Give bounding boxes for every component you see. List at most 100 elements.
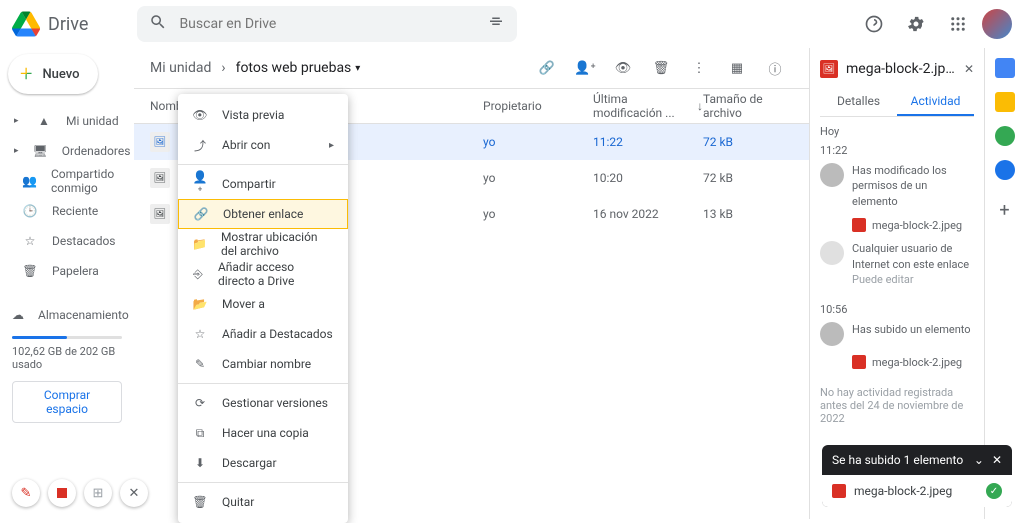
ctx-show-location[interactable]: 📁Mostrar ubicación del archivo [178, 229, 348, 259]
toast-file: mega-block-2.jpeg [854, 484, 952, 498]
activity-text: Has modificado los permisos de un elemen… [852, 163, 974, 209]
header: Drive [0, 0, 1024, 48]
eye-icon: 👁 [192, 108, 208, 122]
nav-recent[interactable]: 🕒Reciente [8, 196, 126, 226]
file-thumb: 🖼 [150, 168, 170, 188]
ctx-preview[interactable]: 👁Vista previa [178, 100, 348, 130]
folder-icon: 📁 [192, 237, 207, 251]
ctx-move-to[interactable]: 📂Mover a [178, 289, 348, 319]
contacts-addon-icon[interactable] [995, 160, 1015, 180]
close-icon[interactable]: ✕ [992, 453, 1002, 467]
ctx-get-link[interactable]: 🔗Obtener enlace [178, 199, 348, 229]
add-addon-icon[interactable]: + [999, 200, 1009, 221]
tab-details[interactable]: Detalles [820, 88, 897, 116]
activity-day: Hoy [820, 125, 974, 138]
nav-my-drive[interactable]: ▸▲Mi unidad [8, 106, 126, 136]
ctx-manage-versions[interactable]: ⟳Gestionar versiones [178, 388, 348, 418]
drive-logo[interactable]: Drive [12, 10, 88, 38]
settings-icon[interactable] [898, 6, 934, 42]
grid-view-icon[interactable]: ▦ [719, 50, 755, 86]
nav-shared[interactable]: 👥Compartido conmigo [8, 166, 126, 196]
file-thumb: 🖼 [150, 204, 170, 224]
ctx-rename[interactable]: ✎Cambiar nombre [178, 349, 348, 379]
nav-storage[interactable]: ☁Almacenamiento [12, 300, 122, 330]
breadcrumb-root[interactable]: Mi unidad [150, 60, 211, 76]
file-owner: yo [483, 171, 593, 185]
drive-logo-icon [12, 10, 40, 38]
check-icon: ✓ [986, 483, 1002, 499]
activity-item: Has modificado los permisos de un elemen… [820, 157, 974, 215]
nav-computers[interactable]: ▸🖥Ordenadores [8, 136, 126, 166]
recording-controls: ✎ ⊞ ✕ [12, 479, 148, 507]
link-icon: 🔗 [193, 207, 209, 221]
file-owner: yo [483, 135, 593, 149]
search-input[interactable] [179, 16, 487, 32]
move-icon: 📂 [192, 297, 208, 311]
col-modified[interactable]: Última modificación ...↓ [593, 92, 703, 120]
rec-grid-icon[interactable]: ⊞ [84, 479, 112, 507]
ctx-share[interactable]: 👤⁺Compartir [178, 169, 348, 199]
more-icon[interactable]: ⋮ [681, 50, 717, 86]
ctx-remove[interactable]: 🗑Quitar [178, 487, 348, 517]
activity-file[interactable]: mega-block-2.jpeg [852, 352, 974, 372]
search-icon [149, 13, 167, 35]
keep-addon-icon[interactable] [995, 92, 1015, 112]
close-icon[interactable]: ✕ [964, 62, 974, 76]
globe-icon [820, 241, 844, 265]
details-title: mega-block-2.jpeg [846, 61, 956, 77]
search-options-icon[interactable] [487, 13, 505, 35]
nav-starred[interactable]: ☆Destacados [8, 226, 126, 256]
trash-icon: 🗑 [22, 264, 38, 278]
app-name: Drive [48, 14, 88, 35]
image-icon [852, 355, 866, 369]
nav-trash[interactable]: 🗑Papelera [8, 256, 126, 286]
new-button-label: Nuevo [42, 67, 79, 82]
upload-toast: Se ha subido 1 elemento ⌄✕ mega-block-2.… [822, 445, 1012, 507]
calendar-addon-icon[interactable] [995, 58, 1015, 78]
file-modified: 16 nov 2022 [593, 207, 703, 221]
breadcrumb-current[interactable]: fotos web pruebas ▾ [236, 60, 361, 76]
preview-icon[interactable]: 👁 [605, 50, 641, 86]
col-owner[interactable]: Propietario [483, 99, 593, 113]
file-modified: 11:22 [593, 135, 703, 149]
sidebar: + Nuevo ▸▲Mi unidad ▸🖥Ordenadores 👥Compa… [0, 48, 134, 519]
ctx-download[interactable]: ⬇Descargar [178, 448, 348, 478]
activity-file[interactable]: mega-block-2.jpeg [852, 215, 974, 235]
link-icon[interactable]: 🔗 [529, 50, 565, 86]
share-icon[interactable]: 👤⁺ [567, 50, 603, 86]
col-size[interactable]: Tamaño de archivo [703, 92, 793, 120]
download-icon: ⬇ [192, 456, 208, 470]
new-button[interactable]: + Nuevo [8, 54, 98, 94]
ctx-make-copy[interactable]: ⧉Hacer una copia [178, 418, 348, 448]
open-icon: ⤴ [192, 137, 208, 154]
chevron-down-icon: ▾ [355, 63, 360, 74]
plus-icon: + [20, 62, 32, 87]
tab-activity[interactable]: Actividad [897, 88, 974, 116]
file-size: 72 kB [703, 171, 793, 185]
pencil-icon: ✎ [192, 357, 208, 371]
file-size: 13 kB [703, 207, 793, 221]
rec-close-icon[interactable]: ✕ [120, 479, 148, 507]
computer-icon: 🖥 [33, 144, 48, 158]
delete-icon[interactable]: 🗑 [643, 50, 679, 86]
ctx-add-shortcut[interactable]: ⎆Añadir acceso directo a Drive [178, 259, 348, 289]
support-icon[interactable] [856, 6, 892, 42]
activity-avatar [820, 163, 844, 187]
activity-item: Has subido un elemento [820, 316, 974, 352]
chevron-right-icon: › [221, 60, 225, 76]
buy-storage-button[interactable]: Comprar espacio [12, 381, 122, 423]
search-bar[interactable] [137, 6, 517, 42]
ctx-open-with[interactable]: ⤴Abrir con▸ [178, 130, 348, 160]
rec-draw-icon[interactable]: ✎ [12, 479, 40, 507]
user-avatar[interactable] [982, 9, 1012, 39]
apps-icon[interactable] [940, 6, 976, 42]
breadcrumb: Mi unidad › fotos web pruebas ▾ [150, 60, 360, 76]
file-owner: yo [483, 207, 593, 221]
activity-extra: Cualquier usuario de Internet con este e… [820, 235, 974, 293]
chevron-down-icon[interactable]: ⌄ [974, 453, 984, 467]
ctx-add-starred[interactable]: ☆Añadir a Destacados [178, 319, 348, 349]
details-toggle-icon[interactable]: ⓘ [757, 50, 793, 86]
tasks-addon-icon[interactable] [995, 126, 1015, 146]
rec-stop-icon[interactable] [48, 479, 76, 507]
context-menu: 👁Vista previa ⤴Abrir con▸ 👤⁺Compartir 🔗O… [178, 94, 348, 523]
